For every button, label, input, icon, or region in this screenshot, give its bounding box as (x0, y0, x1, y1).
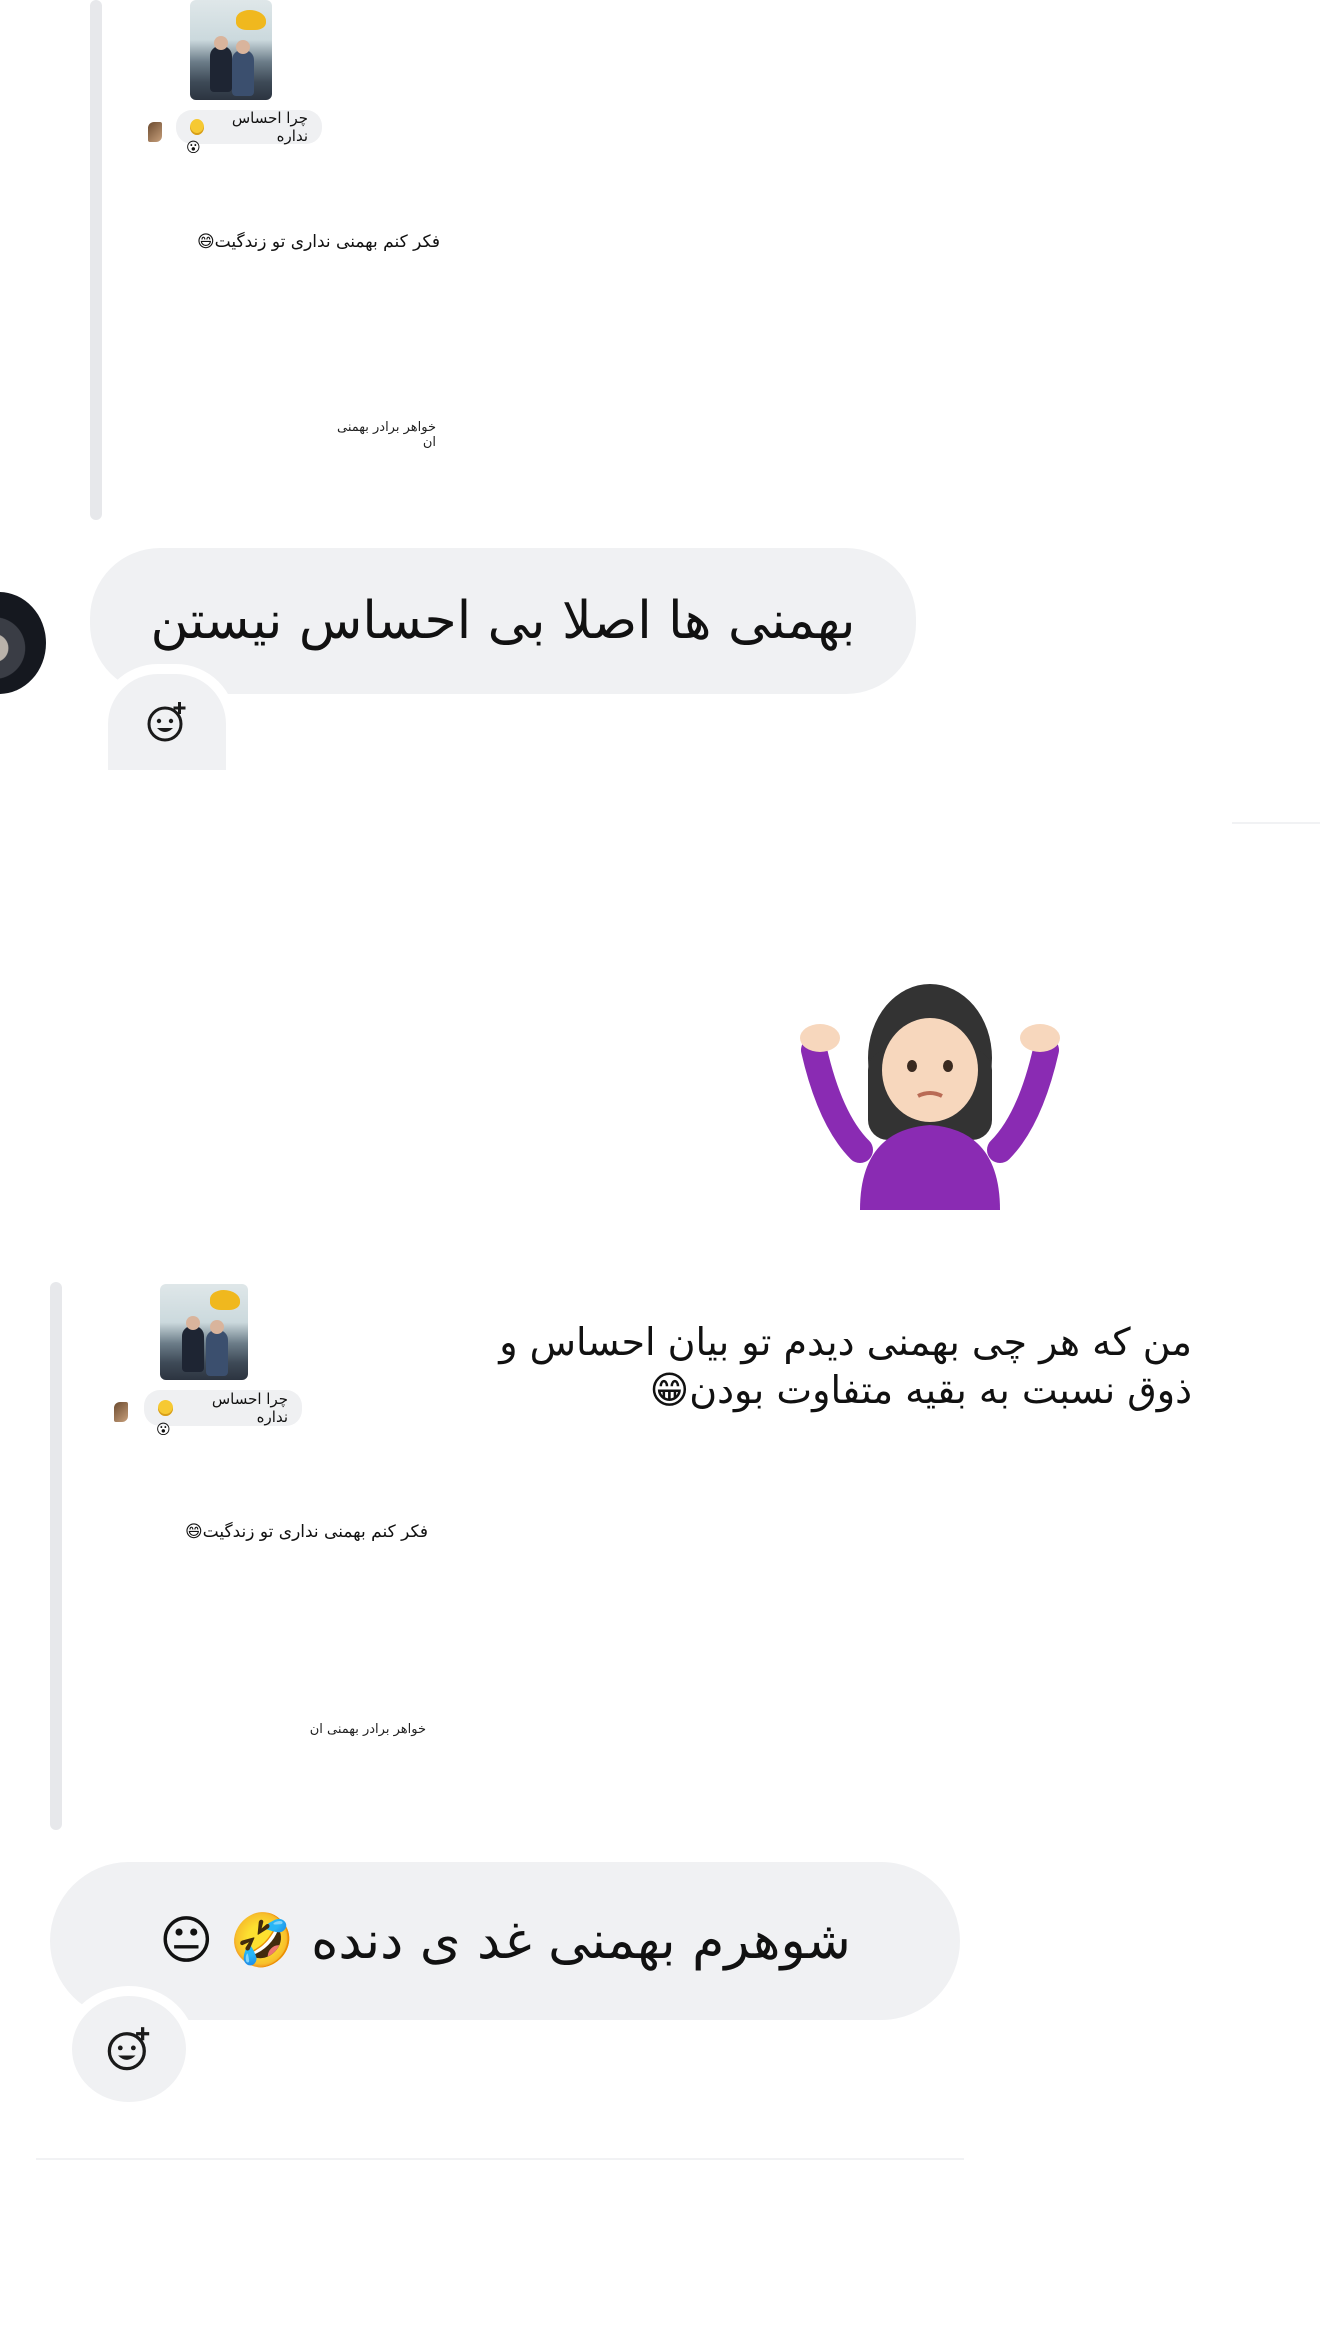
smile-emoji-icon-2 (158, 1400, 174, 1416)
reply-avatar[interactable] (148, 122, 162, 142)
add-reaction-icon (147, 702, 186, 742)
thread-line-1-2: فکر کنم بهمنی نداری تو زندگیت😄 (184, 1522, 428, 1542)
thread-image-thumbnail[interactable] (190, 0, 272, 100)
thread-line-2: خواهر برادر بهمنی ان (336, 420, 436, 450)
divider-top (1232, 822, 1320, 824)
add-reaction-button[interactable] (98, 664, 236, 770)
reply-text: چرا احساس نداره (231, 109, 308, 145)
comment-bubble[interactable]: بهمنی ها اصلا بی احساس نیستن (90, 548, 916, 694)
commenter-avatar[interactable] (0, 592, 46, 694)
shrug-emoji-post (800, 960, 1060, 1210)
thread-image-thumbnail-2[interactable] (160, 1284, 248, 1380)
thread-quote-line (90, 0, 102, 520)
reply-reaction: 😮 (186, 140, 201, 156)
thread-line-1: فکر کنم بهمنی نداری تو زندگیت😄 (196, 232, 440, 252)
add-reaction-icon-2 (107, 2027, 150, 2071)
thread-line-2-2: خواهر برادر بهمنی ان (309, 1722, 426, 1737)
reply-avatar-2[interactable] (114, 1402, 128, 1422)
post-text: من که هر چی بهمنی دیدم تو بیان احساس و ذ… (499, 1320, 1192, 1412)
reply-reaction-2: 😮 (156, 1422, 171, 1438)
smile-emoji-icon (190, 119, 204, 135)
add-reaction-button-2[interactable] (62, 1986, 196, 2112)
reply-bubble[interactable]: چرا احساس نداره (176, 109, 322, 145)
comment-text-2: شوهرم بهمنی غد ی دنده 🤣 😐 (159, 1911, 851, 1971)
reply-bubble-2[interactable]: چرا احساس نداره (144, 1390, 302, 1426)
comment-text: بهمنی ها اصلا بی احساس نیستن (150, 591, 856, 651)
reply-text-2: چرا احساس نداره (211, 1390, 288, 1426)
divider-bottom (36, 2158, 964, 2160)
comment-bubble-2[interactable]: شوهرم بهمنی غد ی دنده 🤣 😐 (50, 1862, 960, 2020)
thread-quote-line-2 (50, 1282, 62, 1830)
shrug-emoji-icon (800, 984, 1060, 1210)
